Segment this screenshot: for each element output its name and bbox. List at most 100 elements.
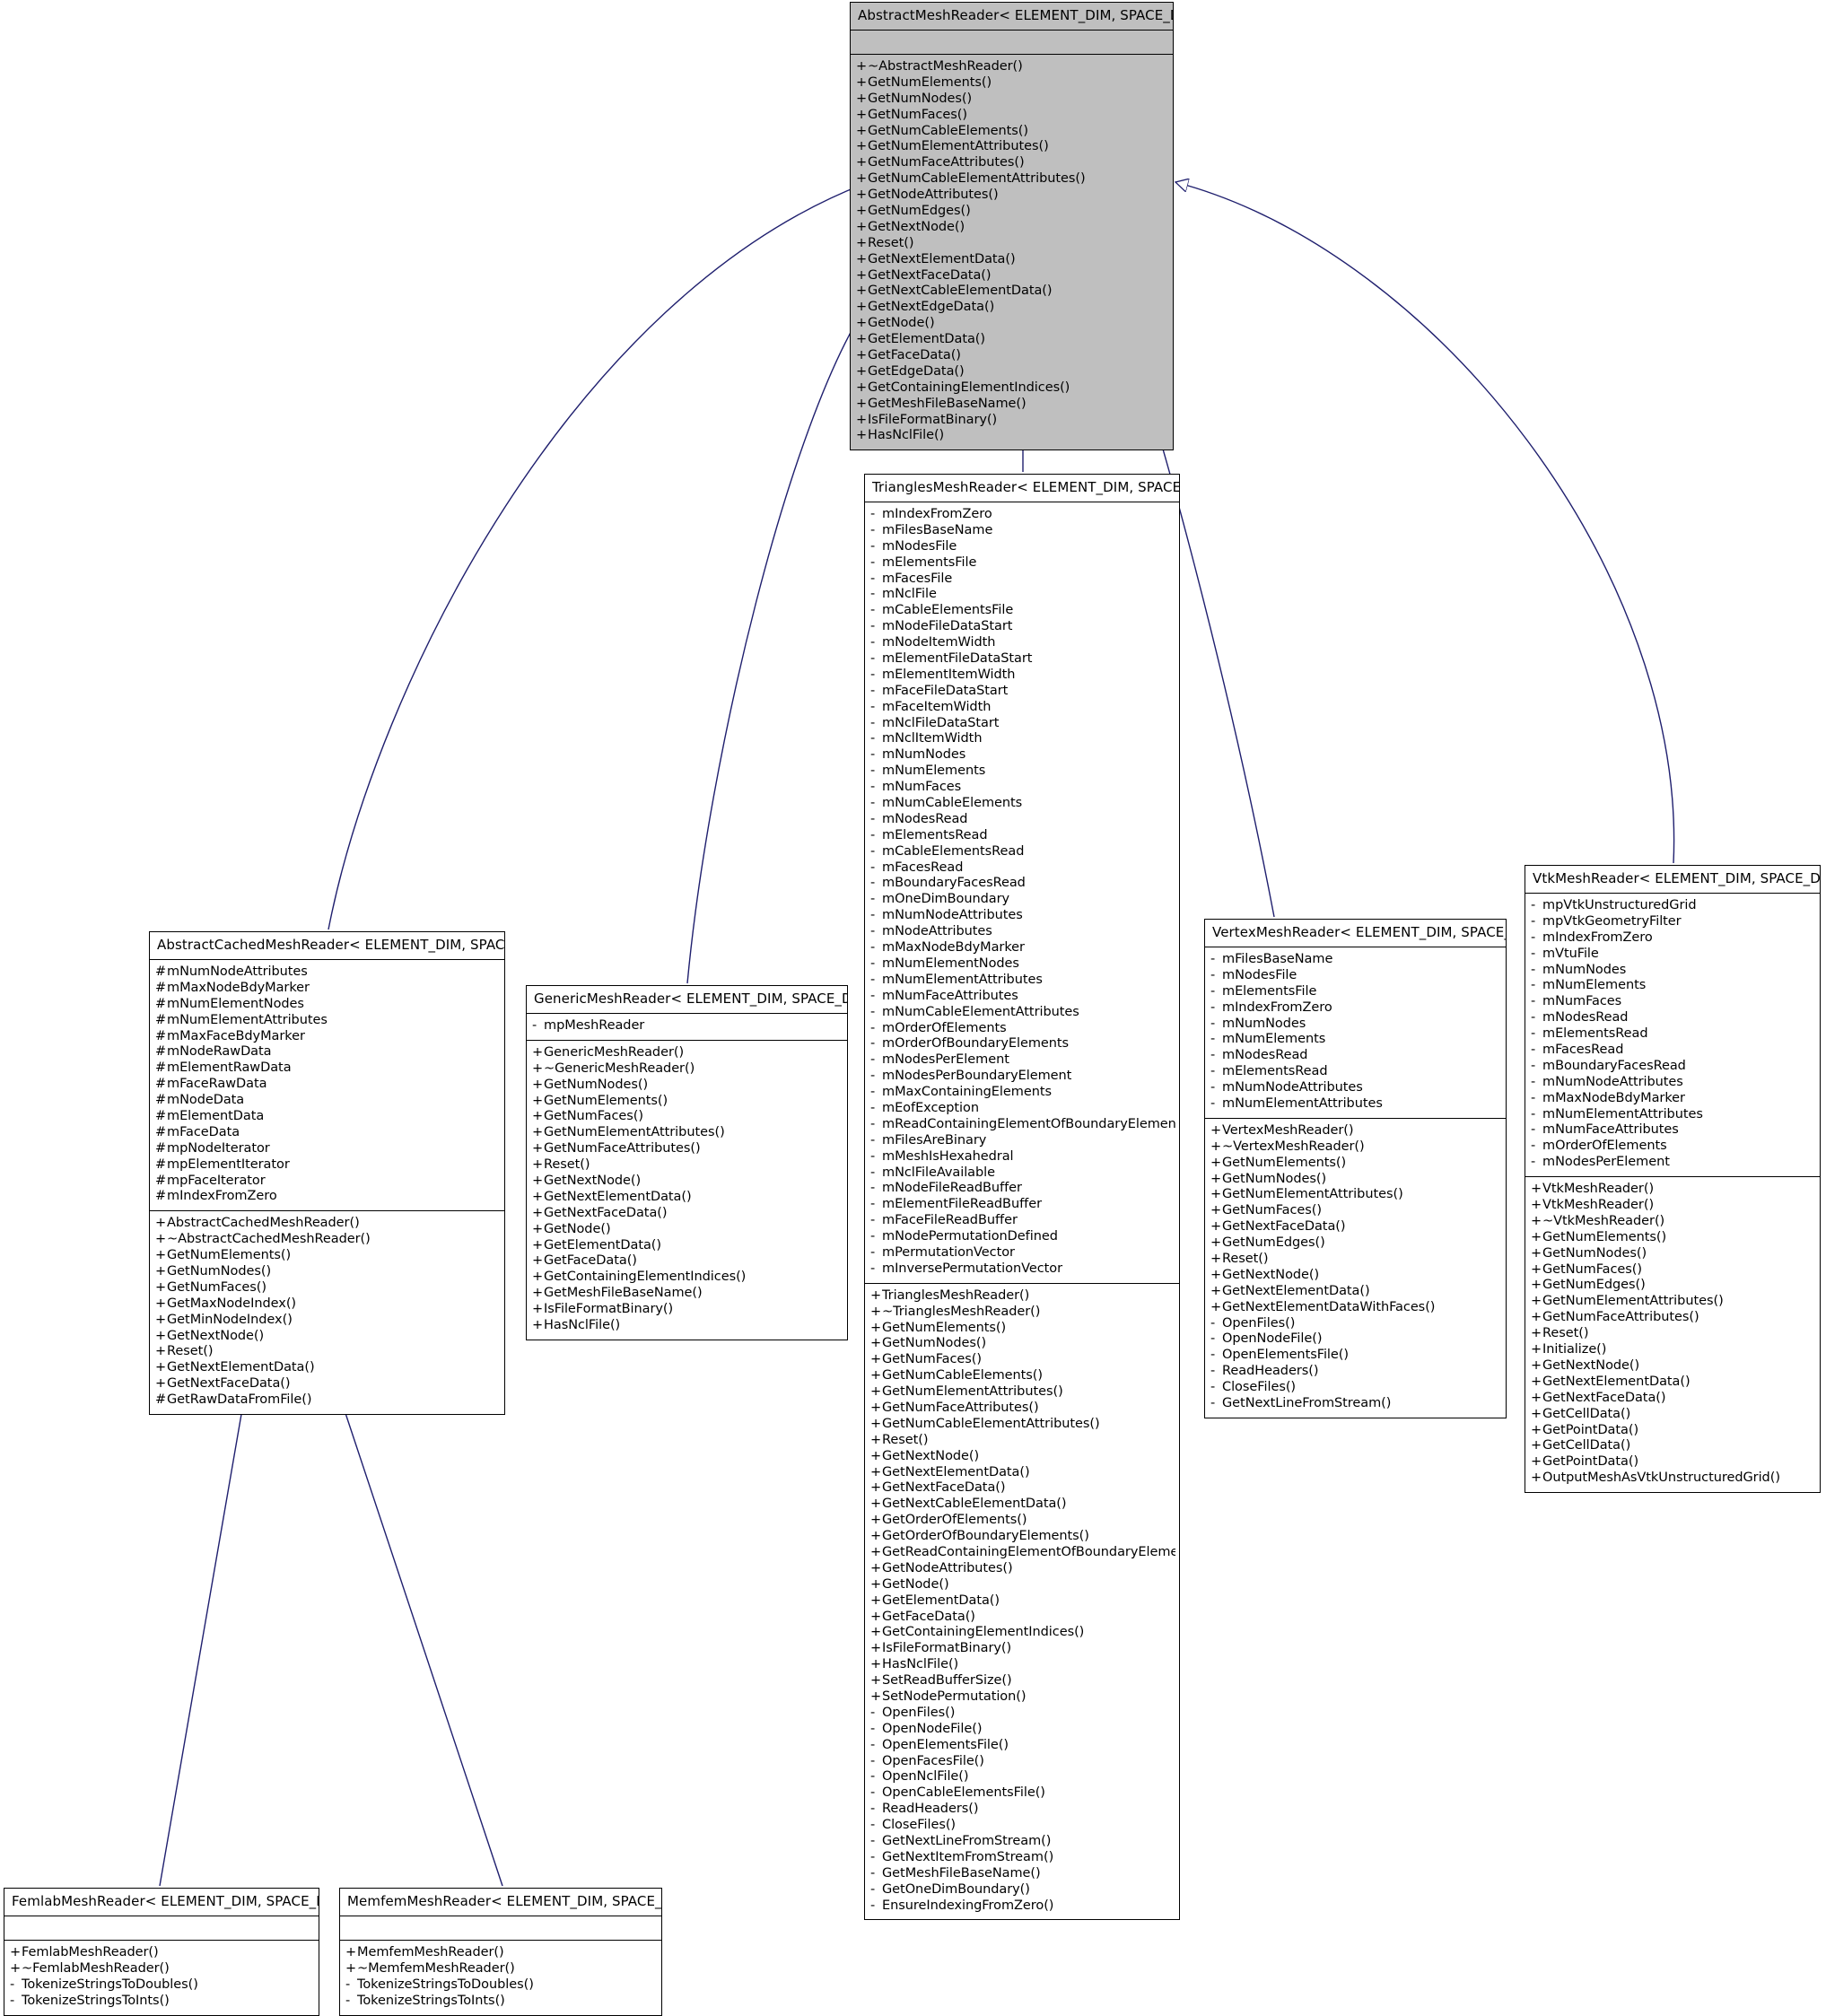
method-label: GetNumFaces() <box>868 107 968 122</box>
class-method: +GetNode() <box>870 1577 1175 1593</box>
attribute-label: mNodesPerElement <box>1542 1155 1670 1170</box>
attribute-label: mNumElementAttributes <box>167 1012 328 1027</box>
class-method: - GetMeshFileBaseName() <box>870 1866 1175 1882</box>
class-box-vertexmeshreader[interactable]: VertexMeshReader< ELEMENT_DIM, SPACE_DIM… <box>1204 919 1507 1418</box>
class-method: +GetNextCableElementData() <box>870 1497 1175 1513</box>
visibility-marker: + <box>155 1360 167 1375</box>
class-attribute: - mNumFaces <box>870 780 1175 796</box>
visibility-marker: - <box>870 827 876 842</box>
visibility-marker: + <box>856 396 868 411</box>
method-label: OpenFiles() <box>882 1705 956 1720</box>
visibility-marker: + <box>856 139 868 154</box>
class-method: +GetNumNodes() <box>1210 1172 1502 1188</box>
class-method: - ReadHeaders() <box>870 1802 1175 1818</box>
class-attribute: - mNumFaces <box>1531 994 1816 1010</box>
class-method: +GetElementData() <box>870 1593 1175 1610</box>
class-method: +GetNextNode() <box>870 1449 1175 1465</box>
class-box-genericmeshreader[interactable]: GenericMeshReader< ELEMENT_DIM, SPACE_DI… <box>526 985 848 1340</box>
class-attribute: - mNumElements <box>1210 1032 1502 1048</box>
method-label: GetNextElementData() <box>868 251 1016 266</box>
class-method: +VertexMeshReader() <box>1210 1123 1502 1139</box>
class-method: - GetNextLineFromStream() <box>1210 1396 1502 1412</box>
method-label: GetNextElementData() <box>167 1360 315 1375</box>
class-attribute: - mNodePermutationDefined <box>870 1229 1175 1245</box>
attribute-label: mOrderOfElements <box>882 1020 1007 1035</box>
method-label: FemlabMeshReader() <box>22 1945 159 1959</box>
edge-memfem-to-abstractcached <box>332 1373 503 1887</box>
class-method: +GetNumEdges() <box>856 204 1169 220</box>
method-label: ~GenericMeshReader() <box>544 1060 695 1076</box>
class-box-femlabmeshreader[interactable]: FemlabMeshReader< ELEMENT_DIM, SPACE_DIM… <box>4 1888 319 2016</box>
visibility-marker: + <box>532 1077 544 1092</box>
class-method: +HasNclFile() <box>870 1657 1175 1673</box>
visibility-marker: - <box>345 1993 351 2008</box>
visibility-marker: + <box>155 1248 167 1263</box>
attribute-label: mFilesAreBinary <box>882 1132 987 1148</box>
attribute-label: mNodeAttributes <box>882 924 992 939</box>
visibility-marker: - <box>870 619 876 634</box>
attribute-label: mFaceFileDataStart <box>882 683 1009 698</box>
visibility-marker: + <box>856 59 868 74</box>
class-box-abstractmeshreader[interactable]: AbstractMeshReader< ELEMENT_DIM, SPACE_D… <box>850 2 1174 451</box>
visibility-marker: - <box>870 522 876 537</box>
class-method: +~VertexMeshReader() <box>1210 1139 1502 1156</box>
attribute-label: mMaxNodeBdyMarker <box>1542 1090 1685 1105</box>
method-label: GetPointData() <box>1542 1454 1639 1470</box>
method-label: OpenElementsFile() <box>1222 1348 1349 1363</box>
attribute-label: mFacesRead <box>1542 1043 1624 1058</box>
attribute-label: mFaceData <box>167 1124 240 1139</box>
methods-section: +MemfemMeshReader() +~MemfemMeshReader() -… <box>340 1941 661 2015</box>
class-title: AbstractMeshReader< ELEMENT_DIM, SPACE_D… <box>858 7 1173 23</box>
visibility-marker: + <box>1531 1245 1542 1261</box>
methods-section: +GenericMeshReader() +~GenericMeshReader(… <box>527 1041 847 1340</box>
class-method: +HasNclFile() <box>856 428 1169 444</box>
class-attribute: #mMaxNodeBdyMarker <box>155 981 501 997</box>
visibility-marker: + <box>856 235 868 250</box>
method-label: GetNumElementAttributes() <box>1542 1294 1724 1309</box>
method-label: IsFileFormatBinary() <box>868 412 998 427</box>
class-attribute: - mMaxNodeBdyMarker <box>870 940 1175 956</box>
class-method: +GetNodeAttributes() <box>870 1561 1175 1577</box>
visibility-marker: + <box>856 332 868 347</box>
visibility-marker: - <box>1531 1058 1536 1073</box>
class-attribute: - mOrderOfElements <box>1531 1139 1816 1155</box>
class-method: +GetNumNodes() <box>1531 1246 1816 1262</box>
attribute-label: mIndexFromZero <box>1222 999 1332 1015</box>
class-method: +GetNumEdges() <box>1531 1278 1816 1294</box>
class-method: +GetNumElements() <box>532 1094 843 1110</box>
visibility-marker: + <box>1531 1229 1542 1244</box>
class-method: +GetContainingElementIndices() <box>532 1270 843 1286</box>
method-label: GetNumCableElementAttributes() <box>882 1416 1100 1431</box>
visibility-marker: + <box>856 107 868 122</box>
class-method: +GetOrderOfBoundaryElements() <box>870 1529 1175 1545</box>
attribute-label: mNumNodeAttributes <box>882 908 1023 923</box>
method-label: GenericMeshReader() <box>544 1044 685 1060</box>
visibility-marker: - <box>1210 1348 1216 1363</box>
visibility-marker: - <box>870 1100 876 1115</box>
class-box-abstractcachedmeshreader[interactable]: AbstractCachedMeshReader< ELEMENT_DIM, S… <box>149 931 505 1416</box>
attributes-section <box>340 1916 661 1940</box>
visibility-marker: + <box>532 1205 544 1220</box>
edge-vtk-to-abstract <box>1175 182 1675 864</box>
class-method: +VtkMeshReader() <box>1531 1198 1816 1214</box>
visibility-marker: - <box>1531 1122 1536 1138</box>
visibility-marker: - <box>1531 1139 1536 1154</box>
attributes-section <box>4 1916 319 1940</box>
class-box-vtkmeshreader[interactable]: VtkMeshReader< ELEMENT_DIM, SPACE_DIM > -… <box>1525 865 1821 1494</box>
visibility-marker: - <box>870 1705 876 1720</box>
class-method: - CloseFiles() <box>1210 1380 1502 1396</box>
class-attribute: - mInversePermutationVector <box>870 1261 1175 1278</box>
class-box-memfemmeshreader[interactable]: MemfemMeshReader< ELEMENT_DIM, SPACE_DIM… <box>339 1888 662 2016</box>
class-attribute: - mBoundaryFacesRead <box>1531 1059 1816 1075</box>
visibility-marker: - <box>1210 1315 1216 1331</box>
method-label: ReadHeaders() <box>1222 1364 1319 1379</box>
edge-abstractcached-to-abstract <box>328 184 864 930</box>
visibility-marker: + <box>856 348 868 363</box>
method-label: GetNumNodes() <box>882 1336 987 1351</box>
class-box-trianglesmeshreader[interactable]: TrianglesMeshReader< ELEMENT_DIM, SPACE_… <box>864 474 1180 1921</box>
attribute-label: mVtuFile <box>1542 946 1599 961</box>
attribute-label: mNodePermutationDefined <box>882 1229 1058 1244</box>
class-attribute: - mFacesRead <box>1531 1043 1816 1059</box>
class-attribute: - mNumNodes <box>870 747 1175 764</box>
class-attribute: - mNumElementNodes <box>870 956 1175 973</box>
